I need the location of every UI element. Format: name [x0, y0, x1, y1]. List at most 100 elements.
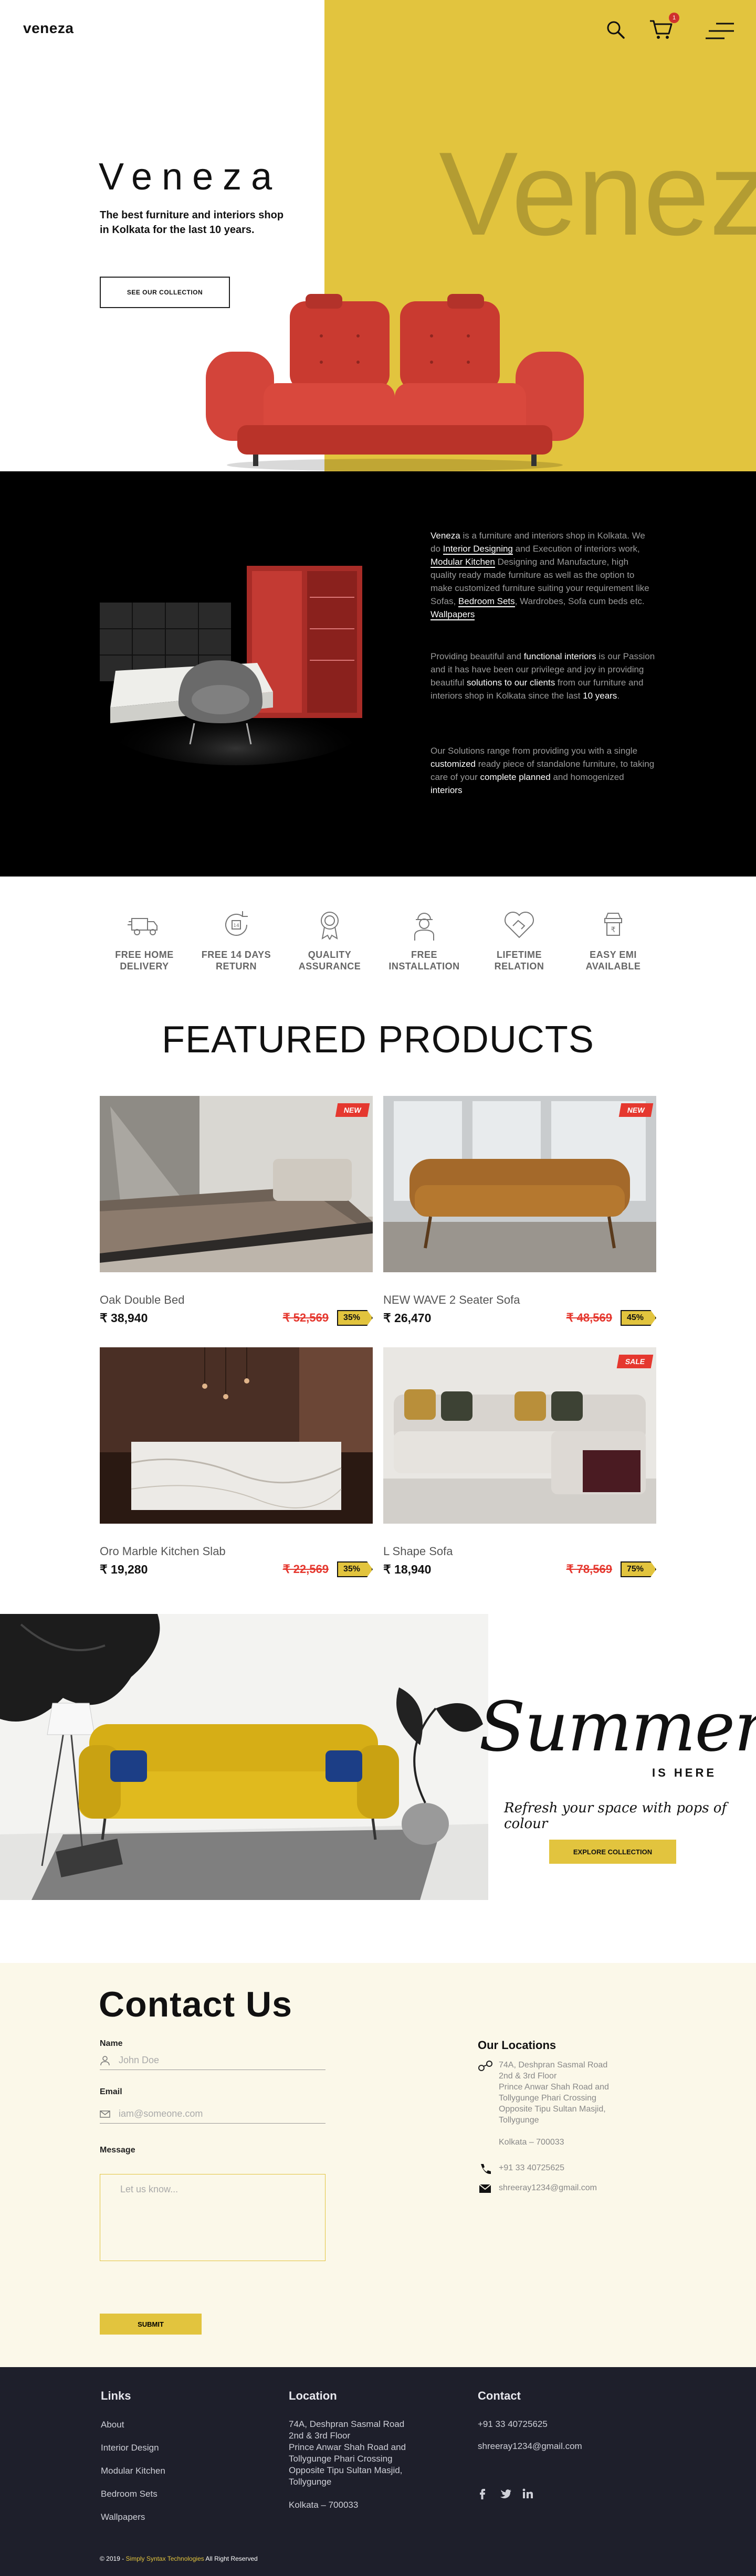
text-segment: Providing beautiful and	[430, 651, 524, 661]
cart-count-badge: 1	[669, 13, 679, 23]
product-old-price: ₹ 52,569	[282, 1311, 329, 1324]
phone-row: +91 33 40725625	[478, 2162, 635, 2175]
product-image[interactable]: NEW	[100, 1096, 373, 1272]
product-price: ₹ 26,470	[383, 1311, 432, 1325]
email-input[interactable]	[119, 2108, 318, 2119]
product-price: ₹ 38,940	[100, 1311, 148, 1325]
feature-free-delivery: FREE HOME DELIVERY	[100, 908, 189, 972]
site-logo[interactable]: veneza	[23, 20, 74, 37]
summer-script-heading: Summer	[479, 1687, 756, 1767]
product-badge: NEW	[335, 1103, 370, 1117]
footer-link-modular-kitchen[interactable]: Modular Kitchen	[101, 2466, 165, 2476]
product-image[interactable]: SALE	[383, 1347, 656, 1524]
email-text[interactable]: shreeray1234@gmail.com	[499, 2182, 635, 2195]
award-icon	[321, 912, 339, 940]
l-sofa-image	[383, 1347, 656, 1524]
copyright-suffix: All Right Reserved	[204, 2555, 258, 2562]
hero-watermark: Veneza	[439, 134, 756, 253]
email-row: shreeray1234@gmail.com	[478, 2182, 635, 2195]
highlight-text: complete planned	[480, 772, 551, 782]
feature-quality: QUALITY ASSURANCE	[285, 908, 374, 972]
highlight-text: customized	[430, 759, 476, 769]
product-old-price: ₹ 22,569	[282, 1563, 329, 1576]
bed-image	[100, 1096, 373, 1272]
feature-label-line2: RELATION	[494, 961, 544, 972]
discount-tag: 35%	[337, 1561, 373, 1577]
copyright: © 2019 - Simply Syntax Technologies All …	[100, 2555, 258, 2562]
kitchen-image	[100, 1347, 373, 1524]
discount-tag: 75%	[620, 1561, 656, 1577]
product-price: ₹ 19,280	[100, 1562, 148, 1576]
product-name[interactable]: Oro Marble Kitchen Slab	[100, 1545, 373, 1558]
footer-location-title: Location	[289, 2389, 337, 2402]
discount-tag: 35%	[337, 1310, 373, 1326]
feature-installation: FREE INSTALLATION	[380, 908, 469, 972]
product-card-wave-sofa[interactable]: NEW NEW WAVE 2 Seater Sofa ₹ 26,470 ₹ 48…	[383, 1096, 656, 1326]
worker-icon	[414, 913, 434, 941]
linkedin-icon[interactable]	[521, 2487, 534, 2500]
feature-label-line1: QUALITY	[308, 949, 352, 960]
cart-icon[interactable]	[649, 18, 673, 41]
text-segment: , Wardrobes, Sofa cum beds etc.	[514, 596, 645, 606]
email-field-wrapper	[100, 2105, 326, 2124]
footer-contact-title: Contact	[478, 2389, 521, 2402]
svg-text:14: 14	[233, 923, 239, 928]
footer-link-wallpapers[interactable]: Wallpapers	[101, 2512, 145, 2522]
highlight-text[interactable]: Modular Kitchen	[430, 557, 495, 568]
product-name[interactable]: NEW WAVE 2 Seater Sofa	[383, 1293, 656, 1307]
highlight-text[interactable]: Wallpapers	[430, 609, 475, 620]
feature-emi: ₹ EASY EMI AVAILABLE	[569, 908, 658, 972]
handshake-icon	[505, 912, 534, 938]
summer-tagline: Refresh your space with pops of colour	[504, 1800, 727, 1832]
product-card-oak-bed[interactable]: NEW Oak Double Bed ₹ 38,940 ₹ 52,569 35%	[100, 1096, 373, 1326]
footer-link-bedroom-sets[interactable]: Bedroom Sets	[101, 2489, 158, 2499]
email-label: Email	[100, 2087, 122, 2096]
address-row: 74A, Deshpran Sasmal Road 2nd & 3rd Floo…	[478, 2060, 635, 2148]
footer-phone[interactable]: +91 33 40725625	[478, 2419, 548, 2430]
product-card-l-sofa[interactable]: SALE L Shape Sofa ₹ 18,940 ₹ 78,569 75%	[383, 1347, 656, 1577]
product-badge: SALE	[616, 1355, 654, 1368]
about-paragraph-1: Veneza is a furniture and interiors shop…	[430, 529, 656, 621]
bedroom-furniture-image	[100, 566, 368, 765]
text-segment: and homogenized	[550, 772, 624, 782]
footer-link-interior-design[interactable]: Interior Design	[101, 2443, 159, 2453]
copyright-company[interactable]: Simply Syntax Technologies	[126, 2555, 204, 2562]
menu-icon[interactable]	[705, 22, 735, 40]
feature-lifetime: LIFETIME RELATION	[475, 908, 564, 972]
name-field-wrapper	[100, 2051, 326, 2070]
highlight-text: Veneza	[430, 531, 460, 541]
highlight-text[interactable]: Interior Designing	[443, 544, 513, 555]
about-paragraph-3: Our Solutions range from providing you w…	[430, 744, 656, 797]
footer-address: 74A, Deshpran Sasmal Road 2nd & 3rd Floo…	[289, 2419, 406, 2510]
search-icon[interactable]	[605, 19, 626, 40]
phone-text[interactable]: +91 33 40725625	[499, 2162, 635, 2175]
highlight-text: interiors	[430, 785, 463, 795]
product-name[interactable]: Oak Double Bed	[100, 1293, 373, 1307]
name-input[interactable]	[119, 2055, 318, 2066]
hero-title: Veneza	[99, 156, 282, 198]
feature-label-line1: FREE HOME	[115, 949, 174, 960]
svg-text:₹: ₹	[611, 926, 616, 934]
feature-label-line2: INSTALLATION	[388, 961, 460, 972]
message-textarea[interactable]	[100, 2174, 326, 2261]
feature-label-line2: DELIVERY	[120, 961, 169, 972]
product-image[interactable]	[100, 1347, 373, 1524]
product-name[interactable]: L Shape Sofa	[383, 1545, 656, 1558]
product-card-marble-slab[interactable]: Oro Marble Kitchen Slab ₹ 19,280 ₹ 22,56…	[100, 1347, 373, 1577]
facebook-icon[interactable]	[476, 2487, 489, 2500]
about-paragraph-2: Providing beautiful and functional inter…	[430, 650, 656, 702]
copyright-prefix: © 2019 -	[100, 2555, 126, 2562]
footer-links-title: Links	[101, 2389, 131, 2402]
contact-section: Contact Us Name Email Message SUBMIT Our…	[0, 1963, 756, 2367]
user-icon	[100, 2055, 110, 2065]
footer-link-about[interactable]: About	[101, 2420, 124, 2430]
explore-collection-button[interactable]: EXPLORE COLLECTION	[549, 1840, 676, 1864]
submit-button[interactable]: SUBMIT	[100, 2314, 202, 2335]
product-old-price: ₹ 78,569	[566, 1563, 612, 1576]
highlight-text[interactable]: Bedroom Sets	[458, 596, 515, 607]
twitter-icon[interactable]	[499, 2487, 512, 2500]
footer-email[interactable]: shreeray1234@gmail.com	[478, 2441, 582, 2452]
product-image[interactable]: NEW	[383, 1096, 656, 1272]
feature-label-line1: EASY EMI	[590, 949, 637, 960]
highlight-text: solutions to our clients	[467, 678, 555, 688]
